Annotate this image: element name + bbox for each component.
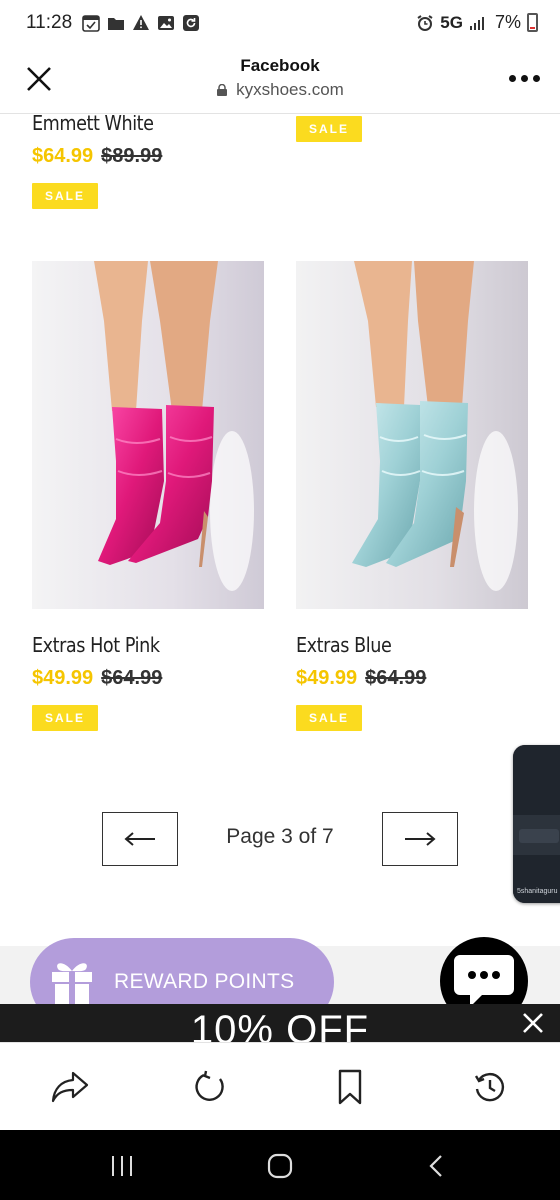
more-dot-icon bbox=[520, 74, 528, 82]
sale-price: $49.99 bbox=[32, 667, 94, 689]
page-title: Facebook bbox=[240, 56, 320, 75]
alarm-icon bbox=[417, 14, 433, 31]
back-icon bbox=[429, 1155, 442, 1177]
status-bar: 11:28 5G 7% bbox=[0, 0, 560, 48]
sale-badge: SALE bbox=[32, 705, 98, 731]
page-indicator: Page 3 of 7 bbox=[226, 825, 334, 848]
sale-badge: SALE bbox=[32, 183, 98, 209]
browser-header: Facebook kyxshoes.com bbox=[0, 48, 560, 114]
chat-bubble-icon bbox=[454, 955, 514, 1007]
product-name[interactable]: Extras Blue bbox=[296, 633, 392, 657]
reload-icon bbox=[195, 1070, 224, 1101]
home-button[interactable] bbox=[260, 1150, 300, 1182]
share-icon bbox=[51, 1071, 89, 1103]
network-type: 5G bbox=[440, 12, 463, 32]
battery-icon bbox=[527, 13, 538, 32]
recent-apps-button[interactable] bbox=[102, 1150, 142, 1182]
product-price: $64.99 $89.99 bbox=[32, 145, 162, 168]
url-display[interactable]: kyxshoes.com bbox=[0, 80, 560, 100]
video-username: 5shanitaguru bbox=[517, 888, 558, 895]
gift-icon bbox=[52, 963, 92, 1006]
sale-price: $64.99 bbox=[32, 145, 94, 167]
lock-icon bbox=[217, 84, 228, 96]
video-preview-widget[interactable]: 5shanitaguru bbox=[513, 745, 560, 903]
product-price: $49.99 $64.99 bbox=[296, 667, 426, 690]
page-content: Emmett White $64.99 $89.99 SALE SALE Ext… bbox=[0, 115, 560, 1042]
back-button[interactable] bbox=[416, 1150, 456, 1182]
product-name[interactable]: Emmett White bbox=[32, 115, 154, 135]
more-dot-icon bbox=[508, 74, 516, 82]
notification-icons bbox=[82, 14, 200, 32]
history-button[interactable] bbox=[470, 1067, 510, 1107]
browser-toolbar bbox=[0, 1042, 560, 1130]
image-icon bbox=[158, 16, 174, 30]
product-image-hot-pink[interactable] bbox=[32, 261, 264, 609]
product-price: $49.99 $64.99 bbox=[32, 667, 162, 690]
arrow-right-icon bbox=[405, 832, 436, 846]
bookmark-button[interactable] bbox=[330, 1067, 370, 1107]
history-icon bbox=[474, 1073, 504, 1102]
warning-icon bbox=[133, 15, 149, 30]
more-options-button[interactable] bbox=[506, 66, 542, 90]
reward-label: REWARD POINTS bbox=[114, 970, 295, 993]
url-text: kyxshoes.com bbox=[236, 80, 344, 99]
pink-boots-image bbox=[32, 261, 264, 609]
close-icon bbox=[523, 1013, 543, 1033]
folder-icon bbox=[108, 18, 124, 30]
blue-boots-image bbox=[296, 261, 528, 609]
sale-price: $49.99 bbox=[296, 667, 358, 689]
original-price: $89.99 bbox=[101, 145, 163, 167]
promo-text: 10% OFF bbox=[190, 1008, 370, 1042]
recent-apps-icon bbox=[112, 1156, 132, 1176]
promo-close-button[interactable] bbox=[522, 1012, 544, 1034]
product-image-blue[interactable] bbox=[296, 261, 528, 609]
system-nav-bar bbox=[0, 1130, 560, 1200]
original-price: $64.99 bbox=[101, 667, 163, 689]
original-price: $64.99 bbox=[365, 667, 427, 689]
reload-button[interactable] bbox=[190, 1067, 230, 1107]
promo-banner[interactable]: 10% OFF bbox=[0, 1004, 560, 1042]
previous-page-button[interactable] bbox=[102, 812, 178, 866]
home-icon bbox=[267, 1153, 293, 1179]
next-page-button[interactable] bbox=[382, 812, 458, 866]
signal-icon bbox=[469, 16, 484, 30]
share-button[interactable] bbox=[50, 1067, 90, 1107]
sale-badge: SALE bbox=[296, 705, 362, 731]
more-dot-icon bbox=[532, 74, 540, 82]
sync-app-icon bbox=[183, 15, 199, 31]
calendar-check-icon bbox=[82, 15, 100, 32]
battery-percent: 7% bbox=[494, 12, 521, 32]
sale-badge: SALE bbox=[296, 116, 362, 142]
arrow-left-icon bbox=[124, 832, 155, 846]
bookmark-icon bbox=[338, 1069, 362, 1105]
video-thumbnail bbox=[513, 745, 560, 903]
product-name[interactable]: Extras Hot Pink bbox=[32, 633, 160, 657]
status-time: 11:28 bbox=[26, 12, 73, 33]
status-right: 5G 7% bbox=[416, 12, 538, 33]
